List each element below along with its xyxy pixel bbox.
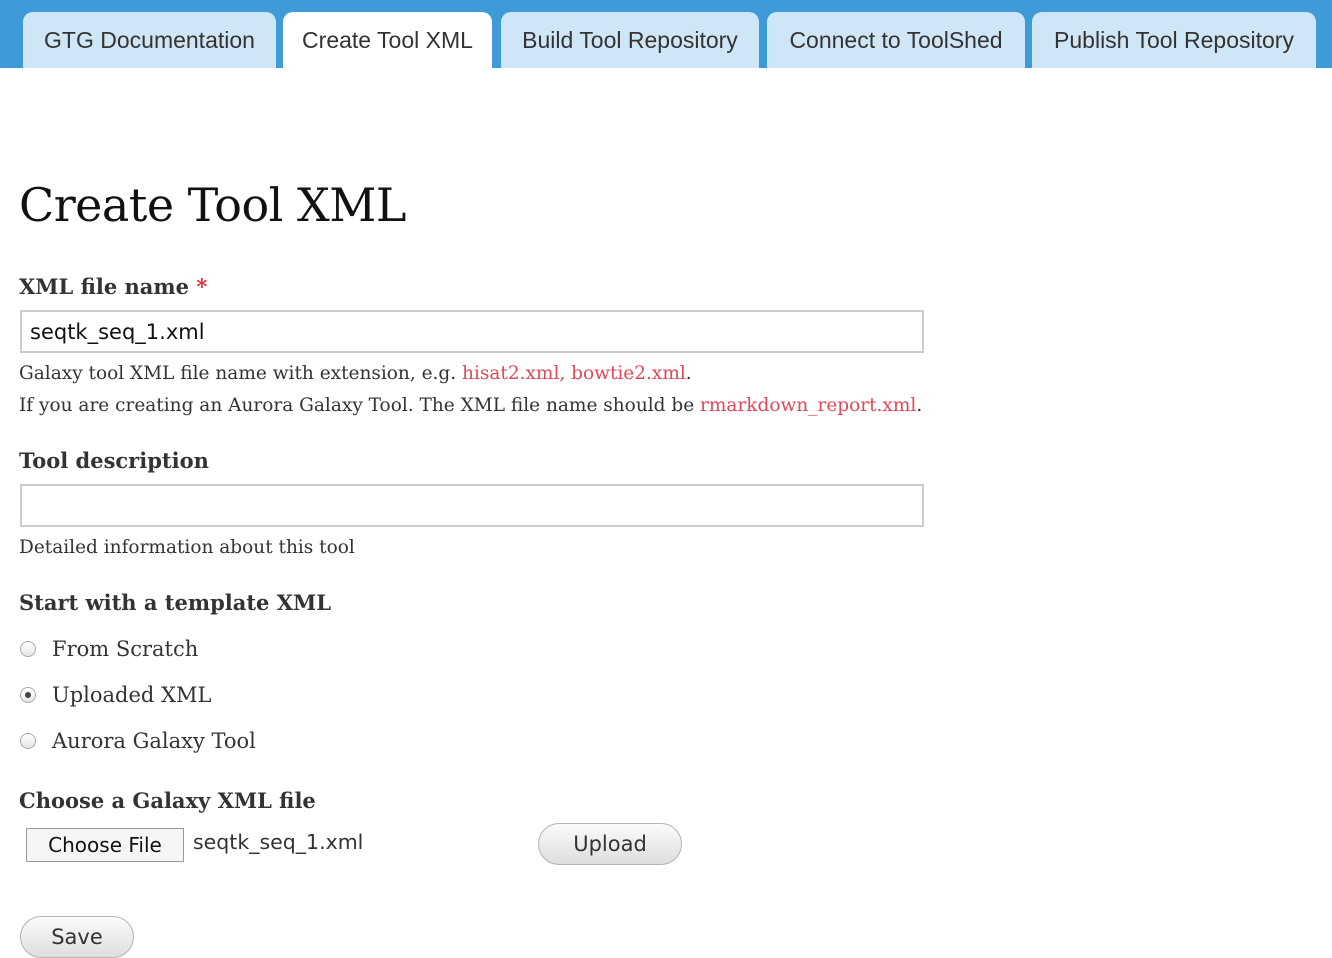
radio-from-scratch[interactable]: From Scratch <box>20 637 198 661</box>
tab-bar: GTG Documentation Create Tool XML Build … <box>0 0 1332 68</box>
tool-description-input[interactable] <box>20 484 924 527</box>
required-marker: * <box>196 274 208 299</box>
xml-help-prefix: Galaxy tool XML file name with extension… <box>19 363 463 384</box>
tool-description-help: Detailed information about this tool <box>19 537 355 558</box>
radio-label-uploaded-xml: Uploaded XML <box>52 683 212 707</box>
radio-button-uploaded-xml[interactable] <box>20 687 36 703</box>
choose-file-button[interactable]: Choose File <box>26 828 184 862</box>
upload-button[interactable]: Upload <box>538 823 682 865</box>
choose-file-label: Choose a Galaxy XML file <box>19 788 316 813</box>
radio-uploaded-xml[interactable]: Uploaded XML <box>20 683 211 707</box>
aurora-help-filename: rmarkdown_report.xml <box>700 395 917 416</box>
radio-aurora-galaxy-tool[interactable]: Aurora Galaxy Tool <box>20 729 256 753</box>
page-title: Create Tool XML <box>19 178 406 232</box>
radio-button-from-scratch[interactable] <box>20 641 36 657</box>
tab-connect-to-toolshed[interactable]: Connect to ToolShed <box>767 12 1025 68</box>
tab-gtg-documentation[interactable]: GTG Documentation <box>23 12 276 68</box>
xml-file-name-label: XML file name * <box>19 274 207 299</box>
tab-build-tool-repository[interactable]: Build Tool Repository <box>501 12 759 68</box>
template-label: Start with a template XML <box>19 590 332 615</box>
aurora-file-name-help: If you are creating an Aurora Galaxy Too… <box>19 395 922 416</box>
xml-help-examples: hisat2.xml, bowtie2.xml <box>462 363 686 384</box>
tab-publish-tool-repository[interactable]: Publish Tool Repository <box>1032 12 1316 68</box>
radio-label-aurora-galaxy-tool: Aurora Galaxy Tool <box>52 729 256 753</box>
xml-file-name-input[interactable] <box>20 310 924 353</box>
aurora-help-prefix: If you are creating an Aurora Galaxy Too… <box>19 395 701 416</box>
radio-label-from-scratch: From Scratch <box>52 637 199 661</box>
xml-file-name-help: Galaxy tool XML file name with extension… <box>19 363 692 384</box>
tab-create-tool-xml[interactable]: Create Tool XML <box>283 12 492 68</box>
save-button[interactable]: Save <box>20 916 134 958</box>
radio-button-aurora-galaxy-tool[interactable] <box>20 733 36 749</box>
chosen-file-name: seqtk_seq_1.xml <box>193 830 364 854</box>
tool-description-label: Tool description <box>19 448 209 473</box>
aurora-help-suffix: . <box>916 395 923 416</box>
xml-file-name-label-text: XML file name <box>19 274 189 299</box>
xml-help-suffix: . <box>685 363 692 384</box>
